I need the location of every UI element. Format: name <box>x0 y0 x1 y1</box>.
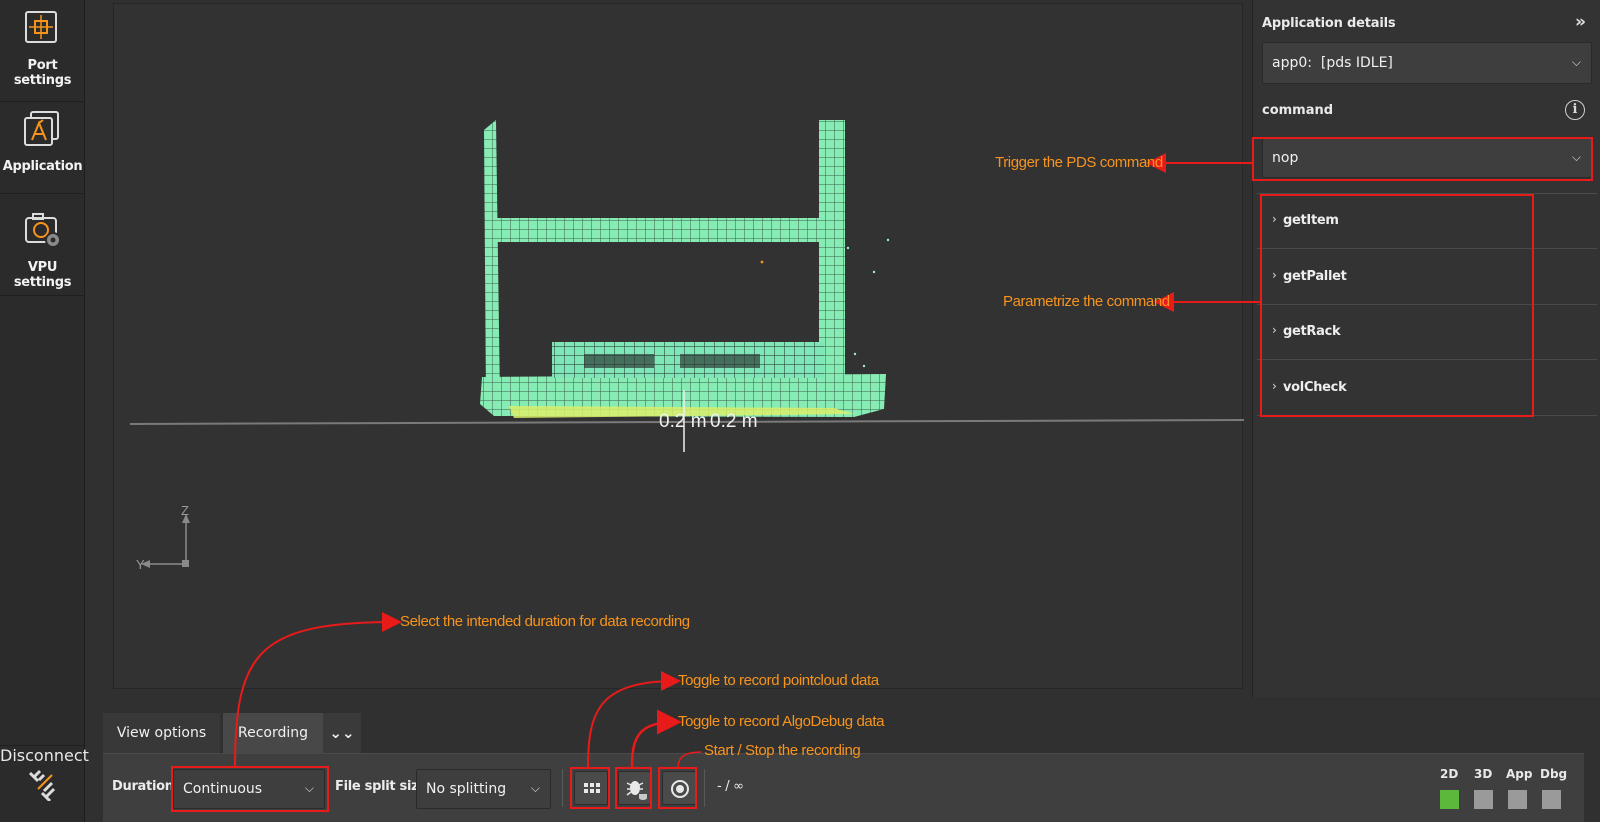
sidebar-item-application[interactable]: Application <box>0 92 85 194</box>
divider <box>704 769 705 807</box>
algodebug-toggle-button[interactable] <box>618 771 652 805</box>
divider <box>562 769 563 807</box>
file-split-select[interactable]: No splitting ⌵ <box>416 769 551 809</box>
chevron-down-icon: ⌵ <box>1571 149 1581 164</box>
command-getrack[interactable]: › getRack <box>1257 305 1597 360</box>
annotation-trigger: Trigger the PDS command <box>995 154 1163 171</box>
disconnect-icon <box>28 769 56 801</box>
start-stop-recording-button[interactable] <box>662 771 696 805</box>
duration-select[interactable]: Continuous ⌵ <box>173 769 325 809</box>
status-indicator-3d <box>1474 790 1493 809</box>
status-indicator-dbg <box>1542 790 1561 809</box>
scale-label-1: 0.2 m <box>659 411 707 432</box>
pointcloud-toggle-button[interactable] <box>574 771 608 805</box>
annotation-duration: Select the intended duration for data re… <box>400 613 690 630</box>
status-label-dbg: Dbg <box>1540 767 1568 781</box>
app-select[interactable]: app0: [pds IDLE] ⌵ <box>1262 42 1592 84</box>
axis-gizmo: Z Y <box>136 503 190 572</box>
application-details-panel: Application details » app0: [pds IDLE] ⌵… <box>1252 0 1600 697</box>
status-indicator-app <box>1508 790 1527 809</box>
port-settings-icon <box>25 11 57 43</box>
info-icon[interactable]: i <box>1565 100 1585 120</box>
status-label-3d: 3D <box>1474 767 1493 781</box>
file-split-label: File split size <box>335 779 427 794</box>
bug-icon <box>626 781 647 800</box>
duration-label: Duration <box>112 779 174 794</box>
annotation-parametrize: Parametrize the command <box>1003 293 1170 310</box>
tab-view-options[interactable]: View options <box>103 713 220 753</box>
rack-left-post <box>484 120 500 399</box>
recording-progress: - / ∞ <box>717 779 744 794</box>
grid-icon <box>584 783 600 793</box>
chevron-right-icon: › <box>1272 212 1277 226</box>
command-select[interactable]: nop ⌵ <box>1262 138 1592 178</box>
command-getpallet[interactable]: › getPallet <box>1257 250 1597 305</box>
annotation-algodebug: Toggle to record AlgoDebug data <box>678 713 885 730</box>
annotation-startstop: Start / Stop the recording <box>704 742 861 759</box>
recording-toolbar: Duration Continuous ⌵ File split size No… <box>103 753 1584 822</box>
sidebar-item-port-settings[interactable]: Port settings <box>0 0 85 102</box>
panel-title: Application details <box>1262 16 1396 31</box>
sidebar-item-label: Application <box>2 159 83 174</box>
sidebar-item-disconnect[interactable]: Disconnect <box>0 745 89 822</box>
collapse-panel-icon[interactable]: » <box>1575 12 1586 32</box>
application-icon <box>24 111 59 146</box>
annotation-pointcloud: Toggle to record pointcloud data <box>678 672 879 689</box>
record-icon <box>671 780 689 798</box>
chevron-down-icon: ⌵ <box>530 780 540 795</box>
chevron-right-icon: › <box>1272 268 1277 282</box>
chevron-right-icon: › <box>1272 379 1277 393</box>
chevron-right-icon: › <box>1272 323 1277 337</box>
command-getitem[interactable]: › getItem <box>1257 194 1597 249</box>
sidebar-item-vpu-settings[interactable]: VPU settings <box>0 194 85 296</box>
command-volcheck[interactable]: › volCheck <box>1257 361 1597 416</box>
left-sidebar: Port settings Application VPU settings D… <box>0 0 89 822</box>
svg-text:Z: Z <box>181 503 189 518</box>
sidebar-item-label: VPU settings <box>13 260 72 290</box>
vpu-settings-icon <box>25 213 61 248</box>
status-label-app: App <box>1506 767 1533 781</box>
chevron-down-icon: ⌵ <box>1571 54 1581 69</box>
sidebar-item-label: Disconnect <box>0 746 89 765</box>
pointcloud-viewport[interactable]: 0.2 m 0.2 m Z Y <box>113 3 1244 689</box>
status-label-2d: 2D <box>1440 767 1459 781</box>
chevron-down-icon: ⌵ <box>304 780 314 795</box>
pointcloud-canvas: 0.2 m 0.2 m Z Y <box>129 120 1244 572</box>
svg-text:Y: Y <box>136 557 145 572</box>
scale-label-2: 0.2 m <box>710 411 758 432</box>
command-label: command <box>1262 103 1334 118</box>
status-indicator-2d <box>1440 790 1459 809</box>
tab-recording[interactable]: Recording <box>223 713 323 753</box>
expand-tabs-icon[interactable]: ⌄⌄ <box>323 713 361 753</box>
rack-top-beam <box>486 218 838 242</box>
sidebar-item-label: Port settings <box>13 58 72 88</box>
